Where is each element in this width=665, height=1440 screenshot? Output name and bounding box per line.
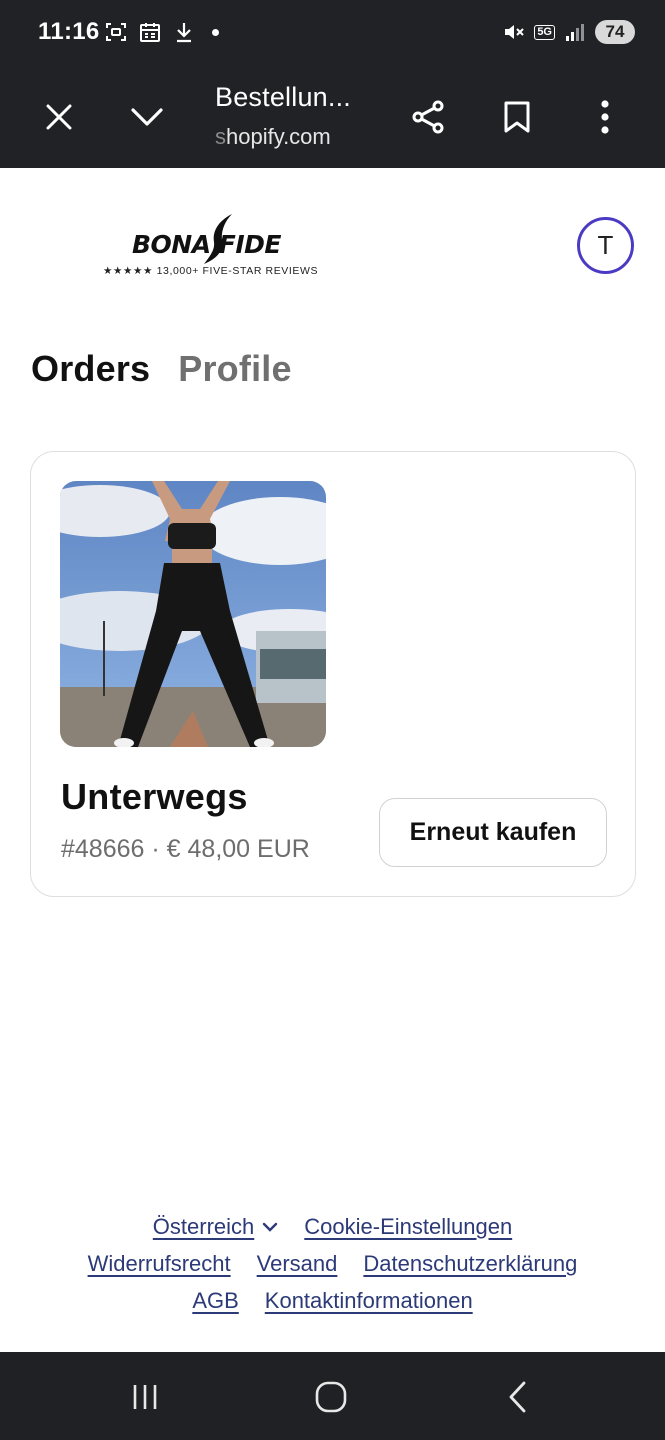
back-button[interactable] [493,1372,543,1422]
footer-row: AGB Kontaktinformationen [0,1282,665,1319]
page-url[interactable]: shopify.com [215,124,331,150]
status-time: 11:16 [38,18,100,45]
recent-apps-button[interactable] [120,1372,170,1422]
shipping-link[interactable]: Versand [257,1251,338,1277]
order-total: € 48,00 EUR [166,835,310,863]
privacy-link[interactable]: Datenschutzerklärung [363,1251,577,1277]
signal-icon [563,20,587,44]
system-navigation-bar [0,1352,665,1440]
contact-link[interactable]: Kontaktinformationen [265,1288,473,1314]
tab-profile[interactable]: Profile [178,348,291,390]
back-icon [509,1381,526,1413]
chevron-down-icon [263,1222,278,1232]
download-icon [172,20,196,44]
share-button[interactable] [403,92,453,142]
order-card[interactable]: Unterwegs #48666 · € 48,00 EUR Erneut ka… [30,451,636,897]
logo-tagline: ★★★★★ 13,000+ FIVE-STAR REVIEWS [103,265,319,277]
notification-dot [212,28,219,36]
footer-row: Widerrufsrecht Versand Datenschutzerklär… [0,1245,665,1282]
order-status: Unterwegs [61,776,248,817]
browser-toolbar: Bestellun... shopify.com [0,68,665,168]
screenshot-icon [104,20,128,44]
close-icon [46,104,72,130]
buy-again-button[interactable]: Erneut kaufen [379,798,607,867]
status-bar: 11:16 5G 74 [0,0,665,68]
account-avatar[interactable]: T [577,217,634,274]
close-button[interactable] [34,92,84,142]
network-type: 5G [534,24,555,40]
home-button[interactable] [306,1372,356,1422]
footer-links: Österreich Cookie-Einstellungen Widerruf… [0,1208,665,1319]
order-meta: #48666 · € 48,00 EUR [61,835,310,864]
tab-orders[interactable]: Orders [31,348,150,390]
store-logo[interactable]: BONA FIDE ★★★★★ 13,000+ FIVE-STAR REVIEW… [98,208,338,284]
browser-chrome: 11:16 5G 74 Bestellun... shopify.com [0,0,665,168]
calendar-icon [138,20,162,44]
more-vert-icon [601,100,609,134]
product-image[interactable] [60,481,326,747]
country-label: Österreich [152,1213,255,1239]
product-photo [60,481,326,747]
meta-separator: · [151,835,160,863]
recent-apps-icon [133,1385,157,1409]
account-tabs: Orders Profile [31,348,292,390]
collapse-button[interactable] [122,92,172,142]
order-number: #48666 [61,835,145,863]
bookmark-button[interactable] [492,92,542,142]
home-icon [315,1381,347,1413]
country-selector[interactable]: Österreich [153,1214,278,1240]
logo-wordmark: BONA FIDE [132,230,282,259]
chevron-down-icon [131,108,163,126]
withdrawal-link[interactable]: Widerrufsrecht [88,1251,231,1277]
mute-icon [502,20,526,44]
more-options-button[interactable] [580,92,630,142]
status-icons-left [104,20,219,44]
url-host: hopify.com [226,124,331,149]
share-icon [412,100,444,134]
bookmark-icon [504,101,530,133]
status-icons-right: 5G 74 [502,20,635,44]
page-title[interactable]: Bestellun... [215,82,351,113]
battery-indicator: 74 [595,20,635,44]
url-faded-part: s [215,124,226,149]
terms-link[interactable]: AGB [192,1288,238,1314]
cookie-settings-link[interactable]: Cookie-Einstellungen [304,1214,512,1240]
footer-row: Österreich Cookie-Einstellungen [0,1208,665,1245]
